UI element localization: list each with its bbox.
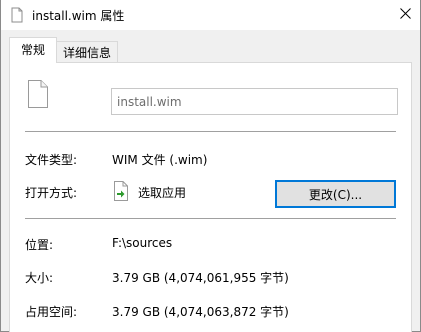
size-label: 大小: [25,271,54,285]
file-type-label: 文件类型: [25,153,78,167]
divider [25,218,396,219]
properties-window: install.wim 属性 常规 详细信息 文件类型: WIM 文件 (.wi… [0,0,421,332]
title-bar: install.wim 属性 [1,0,420,30]
size-on-disk-label: 占用空间: [25,305,78,319]
tab-label: 常规 [20,43,45,57]
divider [25,131,396,132]
size-value: 3.79 GB (4,074,061,955 字节) [112,271,289,285]
window-title: install.wim 属性 [32,9,125,23]
change-button-label: 更改(C)... [308,187,363,202]
file-icon [27,80,49,108]
close-button[interactable] [390,0,420,30]
tab-general[interactable]: 常规 [9,37,57,63]
location-value: F:\sources [112,236,173,250]
open-with-icon [113,181,129,201]
file-type-value: WIM 文件 (.wim) [112,153,208,167]
location-label: 位置: [25,238,54,252]
opens-with-label: 打开方式: [25,186,78,200]
tab-label: 详细信息 [62,45,111,60]
opens-with-value: 选取应用 [138,186,187,200]
tab-details[interactable]: 详细信息 [57,41,118,62]
file-name-field[interactable] [111,88,398,115]
close-icon [399,8,411,22]
change-button[interactable]: 更改(C)... [275,180,396,208]
file-icon [9,7,25,23]
size-on-disk-value: 3.79 GB (4,074,063,872 字节) [112,305,289,319]
